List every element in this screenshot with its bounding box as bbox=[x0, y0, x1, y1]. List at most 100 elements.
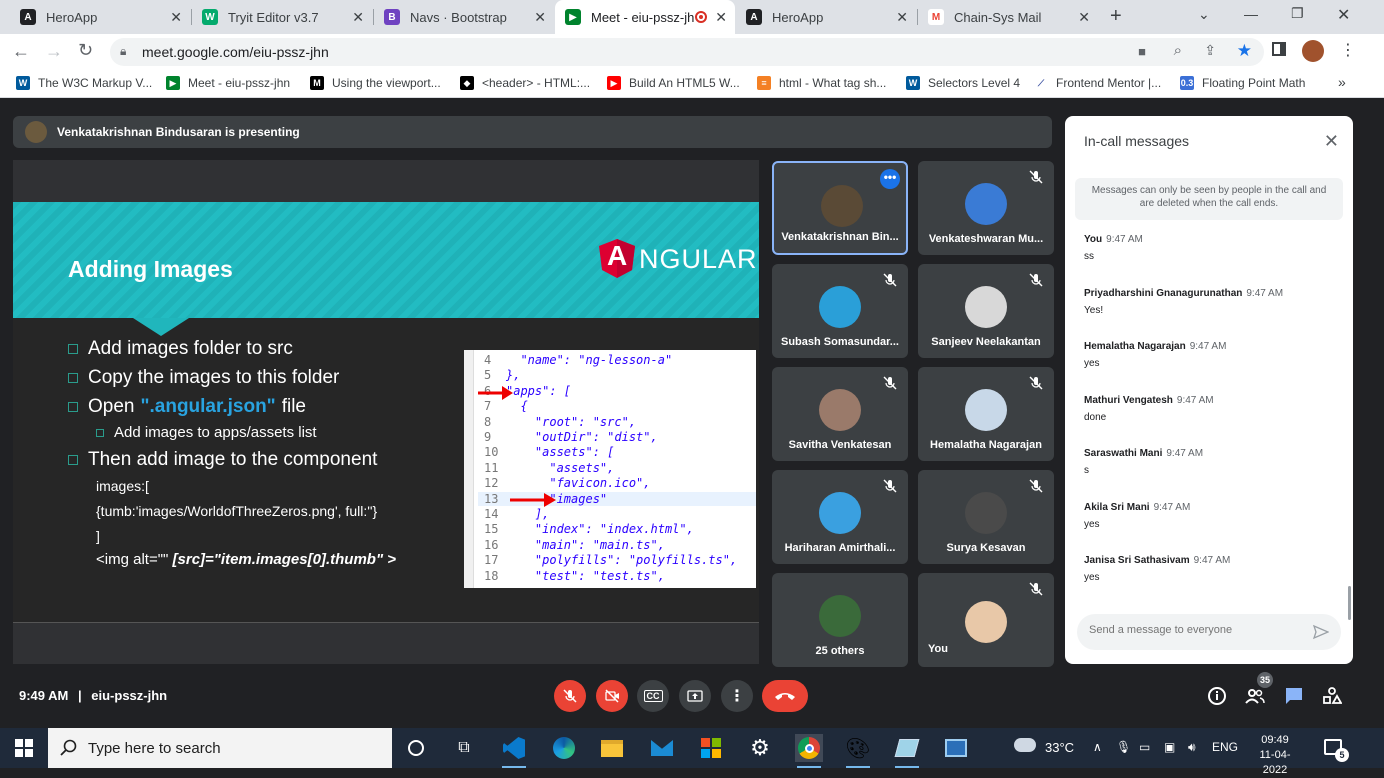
participant-tile[interactable]: You bbox=[918, 573, 1054, 667]
volume-icon[interactable]: 🔊︎ bbox=[1188, 740, 1196, 755]
bookmark-item[interactable]: ⟋ Frontend Mentor |... bbox=[1034, 76, 1161, 90]
bookmark-item[interactable]: ◆ <header> - HTML:... bbox=[460, 76, 590, 90]
browser-tab-gmail[interactable]: M Chain-Sys Mail ✕ bbox=[918, 0, 1098, 34]
browser-tab-meet[interactable]: ▶ Meet - eiu-pssz-jh ✕ bbox=[555, 0, 735, 34]
close-window-icon[interactable]: ✕ bbox=[1337, 5, 1350, 25]
profile-avatar[interactable] bbox=[1302, 40, 1324, 62]
leave-call-button[interactable] bbox=[762, 680, 808, 712]
vscode-taskbar-app[interactable] bbox=[500, 734, 528, 768]
notes-taskbar-app[interactable] bbox=[893, 734, 921, 768]
microphone-icon[interactable]: 🎙︎ bbox=[1116, 740, 1131, 754]
minimize-icon[interactable]: — bbox=[1244, 6, 1258, 22]
cortana-button[interactable] bbox=[402, 734, 430, 762]
chat-scrollbar[interactable] bbox=[1348, 586, 1351, 620]
slide-code-line: ] bbox=[96, 528, 100, 544]
participant-tile[interactable]: Sanjeev Neelakantan bbox=[918, 264, 1054, 358]
tab-search-chevron-icon[interactable]: ⌄ bbox=[1198, 6, 1210, 23]
participant-tile[interactable]: 25 others bbox=[772, 573, 908, 667]
edge-taskbar-app[interactable] bbox=[550, 734, 578, 762]
bootstrap-favicon-icon: B bbox=[384, 9, 400, 25]
slide-code-line: images:[ bbox=[96, 478, 149, 494]
participant-tile[interactable]: Surya Kesavan bbox=[918, 470, 1054, 564]
camera-in-use-icon[interactable]: ■ bbox=[1138, 44, 1146, 59]
meet-favicon-icon: ▶ bbox=[565, 9, 581, 25]
people-icon[interactable] bbox=[1245, 686, 1265, 706]
bookmark-item[interactable]: W The W3C Markup V... bbox=[16, 76, 152, 90]
meeting-details-icon[interactable] bbox=[1207, 686, 1227, 706]
taskbar-clock[interactable]: 09:49 11-04-2022 bbox=[1252, 733, 1298, 778]
close-tab-icon[interactable]: ✕ bbox=[352, 9, 364, 26]
reload-icon[interactable]: ↻ bbox=[78, 40, 93, 61]
toggle-camera-button[interactable] bbox=[596, 680, 628, 712]
input-language[interactable]: ENG bbox=[1212, 740, 1238, 754]
bookmark-star-icon[interactable]: ★ bbox=[1237, 41, 1252, 61]
store-taskbar-app[interactable] bbox=[697, 734, 725, 762]
participant-tile[interactable]: Hariharan Amirthali... bbox=[772, 470, 908, 564]
share-icon[interactable]: ⇪ bbox=[1204, 42, 1216, 59]
back-icon[interactable]: ← bbox=[12, 41, 30, 62]
mail-taskbar-app[interactable] bbox=[648, 734, 676, 762]
chat-timestamp: 9:47 AM bbox=[1193, 555, 1231, 566]
task-view-button[interactable]: ⧉ bbox=[450, 734, 478, 762]
participant-tile[interactable]: ••• Venkatakrishnan Bin... bbox=[772, 161, 908, 255]
weather-temperature[interactable]: 33°C bbox=[1045, 740, 1074, 755]
network-icon[interactable]: ▣ bbox=[1164, 740, 1175, 754]
battery-icon[interactable]: ▭ bbox=[1139, 740, 1150, 754]
chat-text: s bbox=[1084, 465, 1089, 476]
restore-icon[interactable]: ❐ bbox=[1291, 5, 1304, 22]
start-button[interactable] bbox=[0, 728, 48, 768]
bookmark-item[interactable]: ≡ html - What tag sh... bbox=[757, 76, 886, 90]
browser-tab-bootstrap[interactable]: B Navs · Bootstrap ✕ bbox=[374, 0, 554, 34]
slide-top-bar bbox=[13, 160, 759, 202]
participant-tile[interactable]: Venkateshwaran Mu... bbox=[918, 161, 1054, 255]
weather-cloud-icon[interactable] bbox=[1014, 738, 1036, 752]
participant-options-icon[interactable]: ••• bbox=[880, 169, 900, 189]
chat-icon[interactable] bbox=[1284, 686, 1304, 706]
chat-message-input[interactable] bbox=[1089, 624, 1289, 636]
participant-tile[interactable]: Subash Somasundar... bbox=[772, 264, 908, 358]
bookmark-item[interactable]: ▶ Build An HTML5 W... bbox=[607, 76, 740, 90]
chrome-taskbar-app[interactable] bbox=[795, 734, 823, 768]
bookmark-item[interactable]: W Selectors Level 4 bbox=[906, 76, 1020, 90]
browser-tab-tryit[interactable]: W Tryit Editor v3.7 ✕ bbox=[192, 0, 372, 34]
settings-taskbar-app[interactable]: ⚙ bbox=[746, 734, 774, 762]
photos-taskbar-app[interactable] bbox=[942, 734, 970, 762]
participant-tile[interactable]: Savitha Venkatesan bbox=[772, 367, 908, 461]
chat-input-box[interactable] bbox=[1077, 614, 1341, 650]
bookmark-item[interactable]: M Using the viewport... bbox=[310, 76, 441, 90]
browser-tab-heroapp-1[interactable]: A HeroApp ✕ bbox=[10, 0, 190, 34]
more-vert-icon: ⋮ bbox=[729, 688, 745, 705]
participant-tile[interactable]: Hemalatha Nagarajan bbox=[918, 367, 1054, 461]
close-tab-icon[interactable]: ✕ bbox=[715, 9, 727, 26]
send-icon[interactable] bbox=[1313, 624, 1329, 640]
more-bookmarks-icon[interactable]: » bbox=[1338, 74, 1346, 90]
file-explorer-taskbar-app[interactable] bbox=[598, 734, 626, 762]
paint-taskbar-app[interactable]: 🎨︎ bbox=[844, 734, 872, 768]
present-screen-icon bbox=[687, 690, 703, 702]
slide-bullet: Copy the images to this folder bbox=[68, 367, 339, 389]
close-tab-icon[interactable]: ✕ bbox=[1078, 9, 1090, 26]
url-text: meet.google.com/eiu-pssz-jhn bbox=[142, 44, 329, 60]
bookmark-item[interactable]: ▶ Meet - eiu-pssz-jhn bbox=[166, 76, 290, 90]
close-tab-icon[interactable]: ✕ bbox=[896, 9, 908, 26]
side-panel-icon[interactable] bbox=[1272, 42, 1286, 56]
close-chat-icon[interactable]: ✕ bbox=[1324, 131, 1339, 152]
new-tab-icon[interactable]: + bbox=[1110, 5, 1122, 28]
address-bar[interactable]: 🔒︎ meet.google.com/eiu-pssz-jhn ■ ⌕ ⇪ ★ bbox=[110, 38, 1264, 66]
more-options-button[interactable]: ⋮ bbox=[721, 680, 753, 712]
zoom-icon[interactable]: ⌕ bbox=[1174, 42, 1182, 59]
w3c-icon: W bbox=[16, 76, 30, 90]
toggle-mic-button[interactable] bbox=[554, 680, 586, 712]
bookmark-item[interactable]: 0.3 Floating Point Math bbox=[1180, 76, 1305, 90]
browser-tab-heroapp-2[interactable]: A HeroApp ✕ bbox=[736, 0, 916, 34]
w3schools-favicon-icon: W bbox=[202, 9, 218, 25]
taskbar-search[interactable]: Type here to search bbox=[48, 728, 392, 768]
browser-menu-icon[interactable]: ⋮ bbox=[1340, 40, 1356, 60]
close-tab-icon[interactable]: ✕ bbox=[534, 9, 546, 26]
present-button[interactable] bbox=[679, 680, 711, 712]
activities-icon[interactable] bbox=[1322, 686, 1342, 706]
forward-icon[interactable]: → bbox=[45, 41, 63, 62]
show-hidden-icons-icon[interactable]: ∧ bbox=[1093, 740, 1102, 754]
captions-button[interactable]: CC bbox=[637, 680, 669, 712]
close-tab-icon[interactable]: ✕ bbox=[170, 9, 182, 26]
